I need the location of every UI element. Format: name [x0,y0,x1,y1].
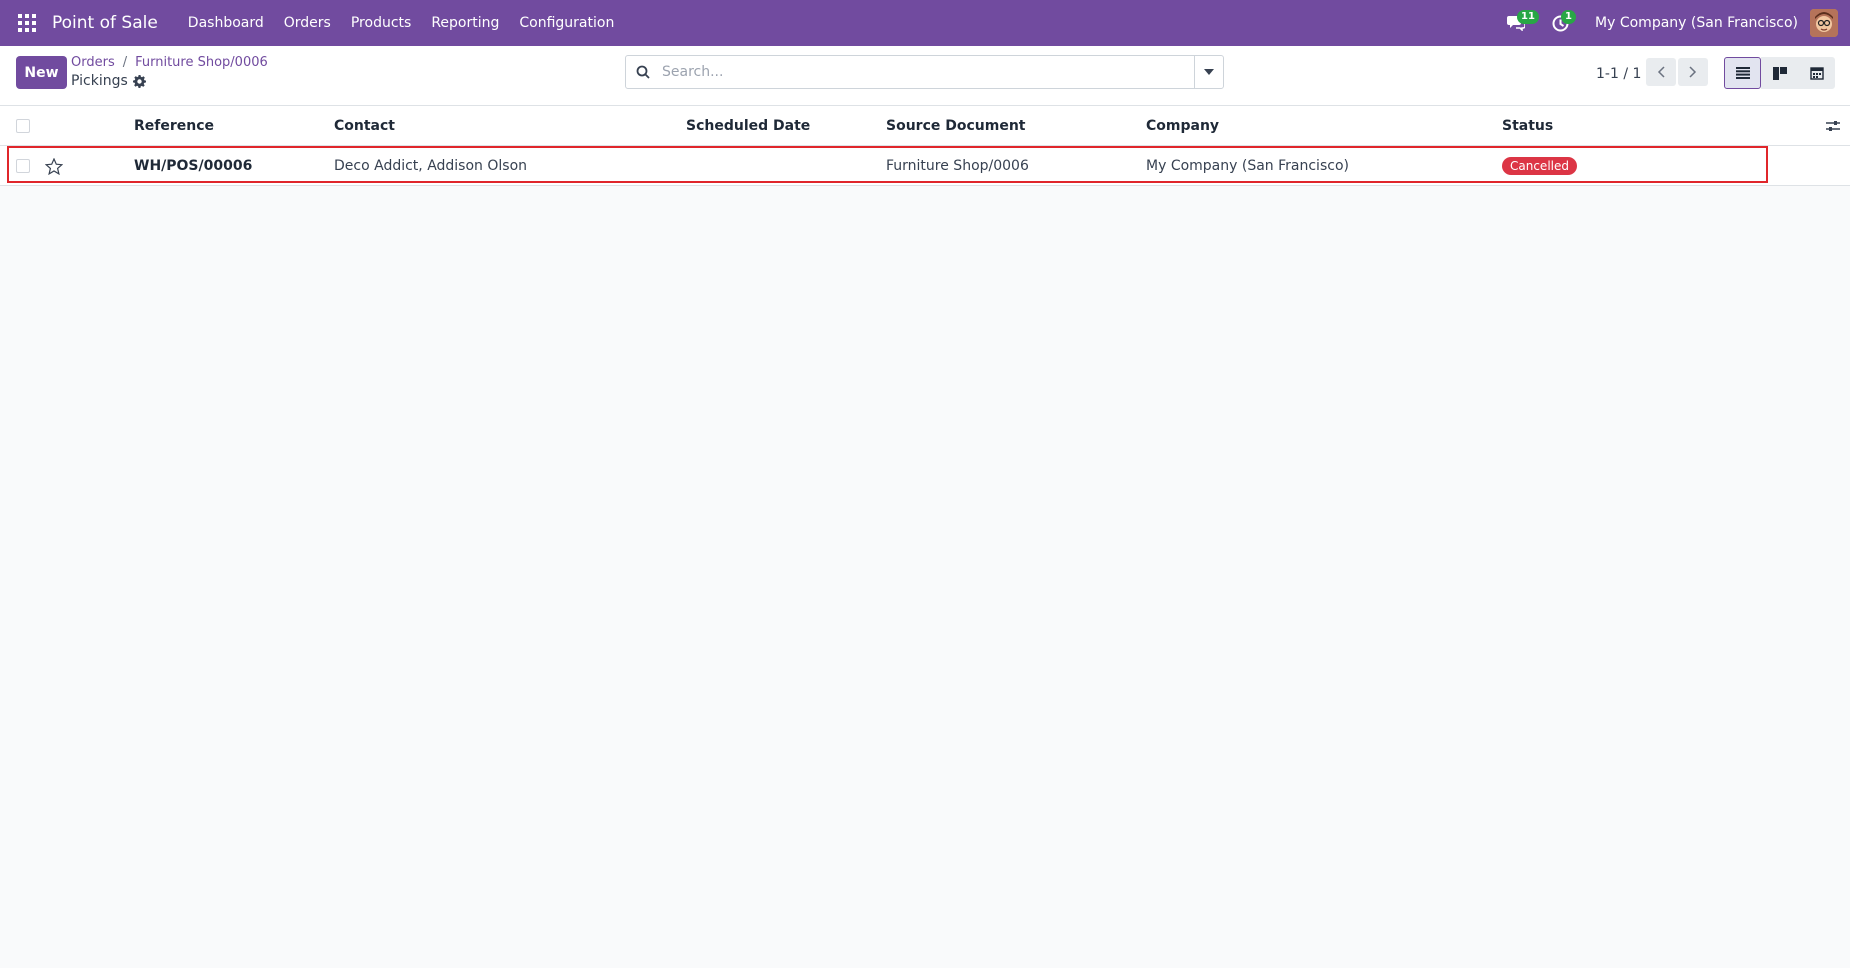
pager-next-button[interactable] [1678,58,1708,86]
column-source-document[interactable]: Source Document [886,106,1026,146]
menu-reporting[interactable]: Reporting [421,0,509,46]
breadcrumb-separator: / [122,55,128,70]
pager-previous-button[interactable] [1646,58,1676,86]
column-status[interactable]: Status [1502,106,1553,146]
list-view-button[interactable] [1724,57,1761,89]
kanban-icon [1772,66,1787,80]
search-input[interactable] [660,63,1194,81]
breadcrumb: Orders / Furniture Shop/0006 [71,55,268,70]
select-all-cell [16,106,30,146]
page-title-text: Pickings [71,73,128,89]
activities-count-badge: 1 [1561,10,1576,24]
new-button[interactable]: New [16,56,67,89]
row-select-cell [16,146,30,186]
menu-products[interactable]: Products [341,0,421,46]
cell-company: My Company (San Francisco) [1146,158,1349,174]
row-checkbox[interactable] [16,159,30,173]
select-all-checkbox[interactable] [16,119,30,133]
column-reference[interactable]: Reference [134,106,214,146]
menu-orders[interactable]: Orders [274,0,341,46]
sliders-icon [1826,121,1840,131]
list-icon [1735,67,1750,79]
breadcrumb-orders[interactable]: Orders [71,55,115,70]
status-badge: Cancelled [1502,157,1577,175]
activities-button[interactable]: 1 [1545,0,1576,46]
priority-star-icon[interactable] [45,146,63,186]
chevron-left-icon [1657,66,1665,78]
control-panel: New Orders / Furniture Shop/0006 Pickings … [0,46,1850,106]
top-navbar: Point of Sale Dashboard Orders Products … [0,0,1850,46]
kanban-view-button[interactable] [1761,57,1798,89]
cell-contact: Deco Addict, Addison Olson [334,158,528,174]
table-row[interactable]: WH/POS/00006 Deco Addict, Addison Olson … [0,146,1850,186]
caret-down-icon [1204,69,1214,75]
menu-configuration[interactable]: Configuration [509,0,624,46]
company-switcher[interactable]: My Company (San Francisco) [1595,15,1798,31]
column-scheduled-date[interactable]: Scheduled Date [686,106,810,146]
column-contact[interactable]: Contact [334,106,395,146]
calendar-view-button[interactable] [1798,57,1835,89]
app-name[interactable]: Point of Sale [52,13,158,33]
user-avatar[interactable] [1810,9,1838,37]
menu-dashboard[interactable]: Dashboard [178,0,274,46]
optional-columns-toggle[interactable] [1826,106,1840,146]
messages-count-badge: 11 [1517,10,1539,24]
messages-button[interactable]: 11 [1501,0,1539,46]
cell-reference: WH/POS/00006 [134,158,253,174]
cell-source-document: Furniture Shop/0006 [886,158,1029,174]
page-title: Pickings [71,73,146,89]
column-company[interactable]: Company [1146,106,1219,146]
breadcrumb-furniture-shop[interactable]: Furniture Shop/0006 [135,55,268,70]
chevron-right-icon [1689,66,1697,78]
calendar-icon [1809,67,1824,80]
gear-icon[interactable] [132,74,146,88]
list-header: Reference Contact Scheduled Date Source … [0,106,1850,146]
apps-grid-icon[interactable] [16,12,38,34]
cell-status: Cancelled [1502,146,1577,186]
search-options-toggle[interactable] [1194,56,1223,88]
search-bar [625,55,1224,89]
pager-value[interactable]: 1-1 / 1 [1596,66,1641,82]
search-icon [626,65,660,79]
